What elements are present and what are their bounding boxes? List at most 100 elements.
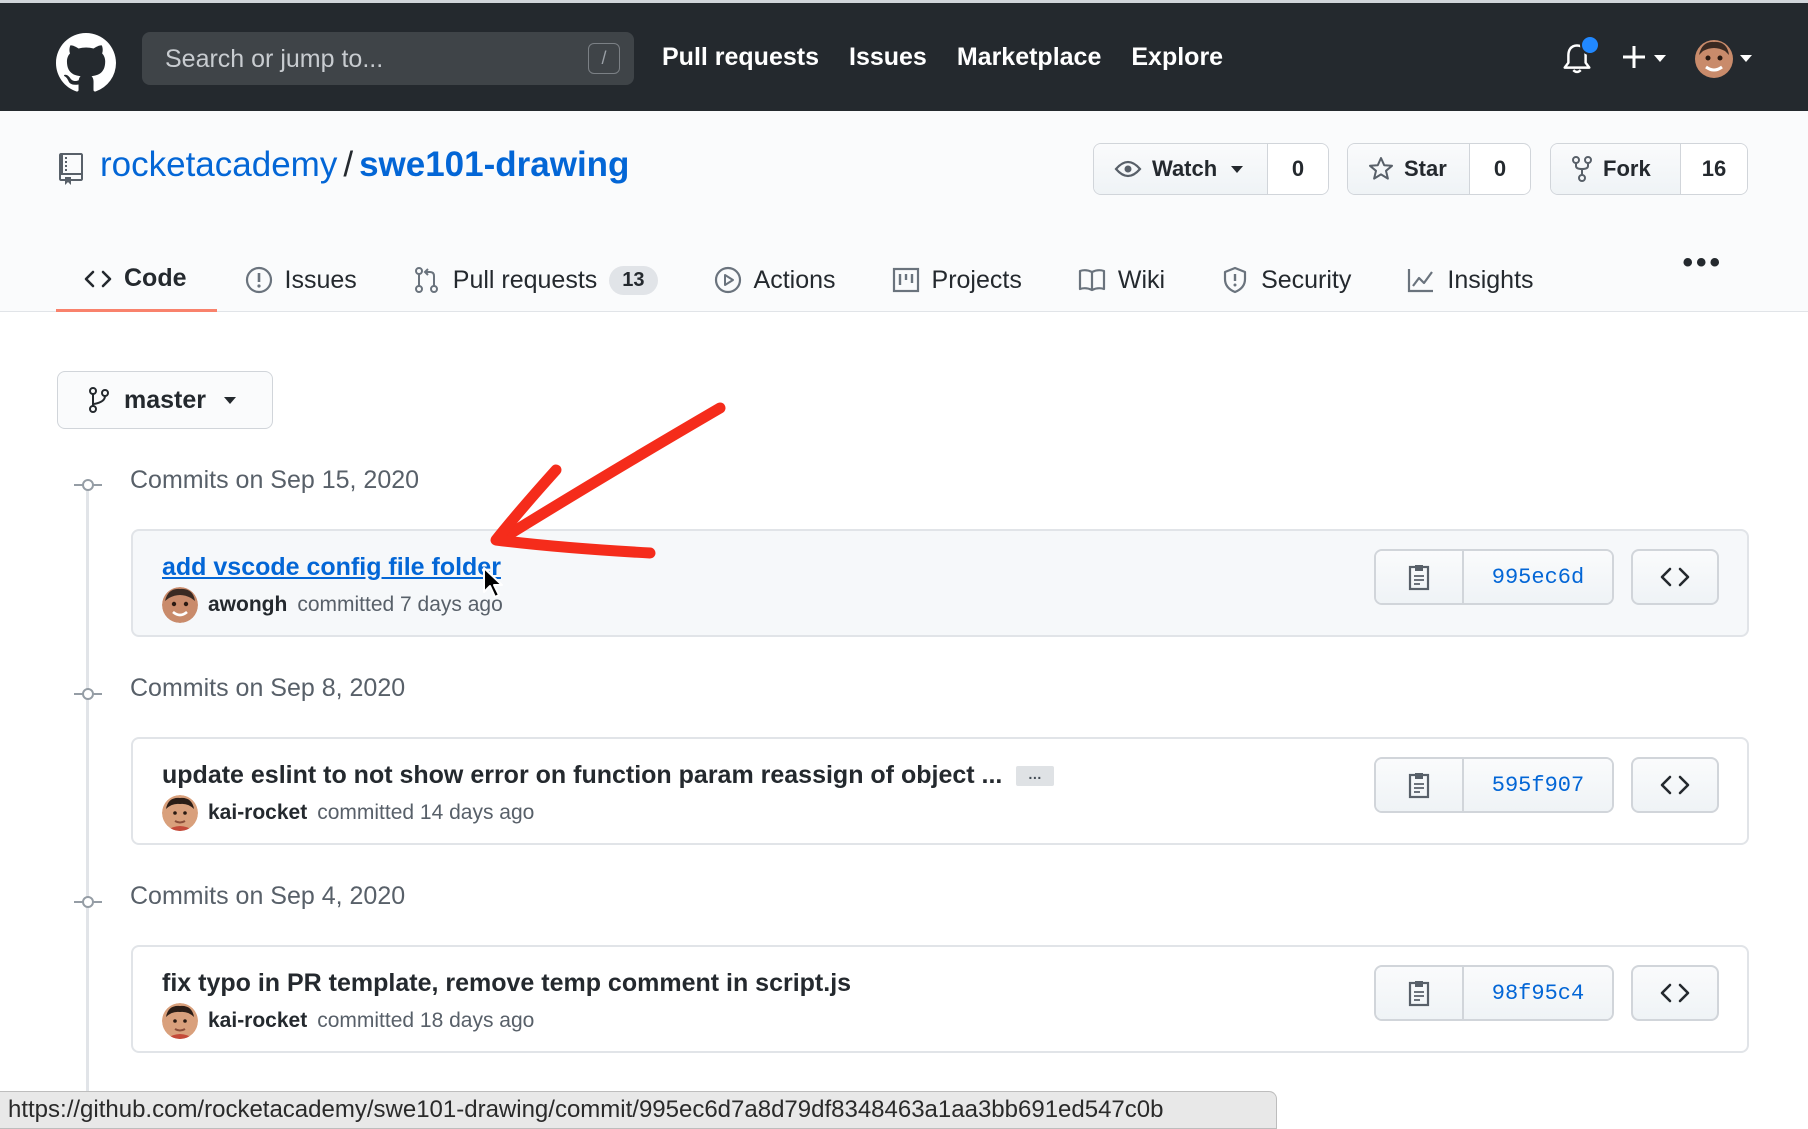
commit-meta: kai-rocket committed 18 days ago (162, 1003, 534, 1039)
tab-pull-requests[interactable]: Pull requests 13 (385, 248, 686, 312)
commit-author[interactable]: kai-rocket (208, 801, 307, 825)
fork-label: Fork (1603, 156, 1651, 181)
commit-row: add vscode config file folder awongh com… (131, 529, 1749, 637)
tab-label: Insights (1447, 265, 1534, 294)
commit-node-icon (74, 479, 102, 491)
clipboard-icon (1408, 773, 1430, 799)
commit-author[interactable]: awongh (208, 593, 287, 617)
watch-count[interactable]: 0 (1268, 144, 1328, 194)
commit-title-link: update eslint to not show error on funct… (162, 761, 1055, 790)
branch-icon (89, 387, 109, 413)
clipboard-icon (1408, 565, 1430, 591)
tab-insights[interactable]: Insights (1379, 248, 1561, 312)
fork-count[interactable]: 16 (1681, 144, 1747, 194)
mouse-cursor-icon (483, 567, 503, 598)
commit-sha-link[interactable]: 995ec6d (1464, 551, 1612, 603)
nav-explore[interactable]: Explore (1131, 43, 1223, 72)
tab-actions[interactable]: Actions (686, 248, 864, 312)
issue-icon (245, 266, 272, 294)
browse-repo-at-commit-button[interactable] (1631, 757, 1719, 813)
tab-label: Security (1261, 265, 1352, 294)
tab-code[interactable]: Code (56, 248, 217, 312)
commit-row: update eslint to not show error on funct… (131, 737, 1749, 845)
commit-author[interactable]: kai-rocket (208, 1009, 307, 1033)
tab-label: Code (124, 264, 187, 292)
expand-commit-message-button[interactable]: … (1016, 766, 1055, 787)
commit-title-text[interactable]: update eslint to not show error on funct… (162, 761, 1002, 789)
fork-button[interactable]: Fork (1551, 144, 1681, 194)
commit-title-link[interactable]: add vscode config file folder (162, 553, 501, 582)
tab-security[interactable]: Security (1193, 248, 1379, 312)
commit-group-date: Commits on Sep 15, 2020 (130, 466, 420, 494)
commit-group-date: Commits on Sep 8, 2020 (130, 674, 406, 702)
repo-name-link[interactable]: swe101-drawing (359, 145, 629, 184)
tab-label: Actions (753, 265, 836, 294)
star-group: Star 0 (1347, 143, 1531, 195)
commit-sha-link[interactable]: 98f95c4 (1464, 967, 1612, 1019)
star-icon (1369, 157, 1393, 180)
tab-wiki[interactable]: Wiki (1050, 248, 1193, 312)
caret-down-icon (1654, 55, 1666, 62)
github-logo-icon[interactable] (56, 33, 116, 93)
branch-name: master (124, 385, 206, 414)
plus-icon (1623, 46, 1645, 68)
nav-pull-requests[interactable]: Pull requests (662, 43, 819, 72)
watch-label: Watch (1152, 156, 1218, 181)
commit-group-date: Commits on Sep 4, 2020 (130, 882, 406, 910)
commit-row: fix typo in PR template, remove temp com… (131, 945, 1749, 1053)
copy-sha-button[interactable] (1376, 967, 1464, 1019)
tab-label: Pull requests (452, 265, 598, 294)
tab-projects[interactable]: Projects (864, 248, 1050, 312)
caret-down-icon (1231, 165, 1244, 173)
commit-time: committed 14 days ago (317, 801, 535, 824)
branch-select-button[interactable]: master (57, 371, 273, 429)
eye-icon (1114, 160, 1142, 178)
link-preview-status-bar: https://github.com/rocketacademy/swe101-… (0, 1091, 1277, 1129)
search-shortcut-key: / (588, 43, 620, 74)
create-new-dropdown[interactable] (1620, 43, 1672, 73)
global-header: Search or jump to... / Pull requests Iss… (0, 0, 1808, 111)
search-input[interactable]: Search or jump to... / (142, 32, 634, 85)
repo-tabs: Code Issues Pull requests 13 Actions Pro… (56, 248, 1562, 312)
book-icon (1078, 269, 1105, 292)
commit-title-link[interactable]: fix typo in PR template, remove temp com… (162, 969, 851, 998)
nav-issues[interactable]: Issues (849, 43, 927, 72)
tab-label: Issues (284, 265, 357, 294)
notification-indicator (1580, 35, 1600, 55)
copy-sha-button[interactable] (1376, 759, 1464, 811)
code-icon (1660, 775, 1690, 795)
tab-label: Wiki (1117, 265, 1166, 294)
pull-request-icon (414, 267, 438, 293)
browse-repo-at-commit-button[interactable] (1631, 549, 1719, 605)
tab-issues[interactable]: Issues (217, 248, 385, 312)
star-button[interactable]: Star (1348, 144, 1470, 194)
commit-time: committed 7 days ago (297, 593, 503, 616)
fork-icon (1572, 156, 1592, 182)
clipboard-icon (1408, 981, 1430, 1007)
repo-owner-link[interactable]: rocketacademy (100, 145, 337, 184)
header-nav: Pull requests Issues Marketplace Explore (662, 43, 1223, 72)
tab-label: Projects (931, 265, 1022, 294)
repo-header: rocketacademy / swe101-drawing Watch 0 Sta… (0, 111, 1808, 312)
watch-button[interactable]: Watch (1094, 144, 1268, 194)
author-avatar[interactable] (162, 587, 198, 623)
commit-sha-group: 98f95c4 (1374, 965, 1614, 1021)
play-icon (714, 266, 741, 294)
author-avatar[interactable] (162, 795, 198, 831)
graph-icon (1408, 269, 1434, 293)
star-count[interactable]: 0 (1470, 144, 1530, 194)
more-tabs-button[interactable]: ••• (1682, 246, 1723, 280)
author-avatar[interactable] (162, 1003, 198, 1039)
caret-down-icon (224, 396, 236, 404)
copy-sha-button[interactable] (1376, 551, 1464, 603)
code-icon (84, 270, 112, 287)
commit-sha-link[interactable]: 595f907 (1464, 759, 1612, 811)
commit-meta: kai-rocket committed 14 days ago (162, 795, 534, 831)
repo-separator: / (343, 145, 354, 184)
nav-marketplace[interactable]: Marketplace (957, 43, 1102, 72)
watch-group: Watch 0 (1093, 143, 1329, 195)
browse-repo-at-commit-button[interactable] (1631, 965, 1719, 1021)
user-menu[interactable] (1694, 39, 1756, 79)
avatar (1695, 40, 1733, 78)
commit-node-icon (74, 688, 102, 700)
